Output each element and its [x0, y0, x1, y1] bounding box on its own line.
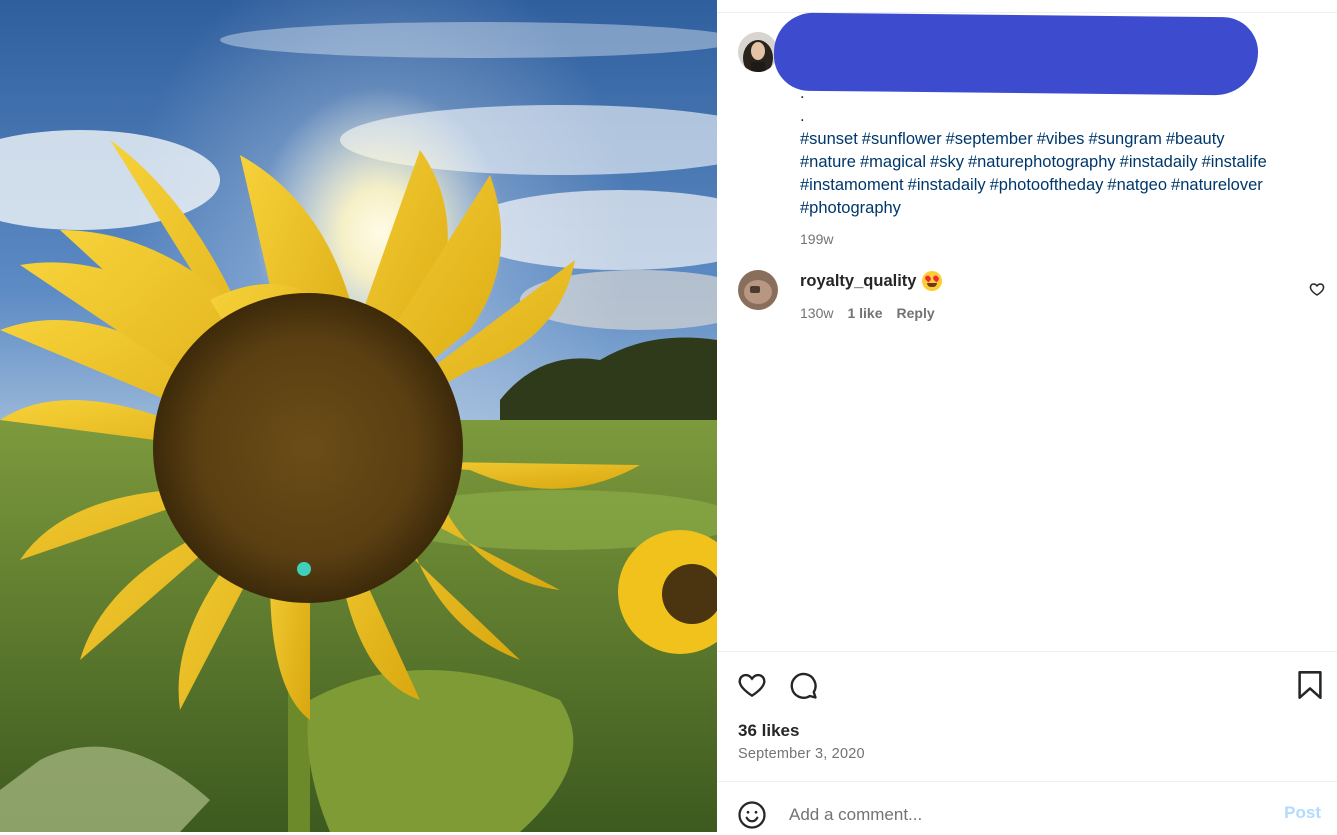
hashtag-link[interactable]: #instamoment — [800, 176, 904, 194]
heart-icon[interactable] — [737, 670, 767, 705]
reply-button[interactable]: Reply — [897, 305, 935, 321]
commenter-username[interactable]: royalty_quality — [800, 272, 916, 291]
hashtag-link[interactable]: #september — [946, 130, 1033, 148]
caption-dot: . — [800, 84, 805, 102]
author-avatar[interactable] — [738, 32, 778, 72]
hashtag-link[interactable]: #instadaily — [1120, 153, 1198, 171]
comment-age: 130w — [800, 305, 834, 321]
post-caption: . . #sunset #sunflower #september #vibes #su… — [800, 82, 1320, 251]
divider — [717, 651, 1337, 652]
sunflower-image — [0, 0, 717, 832]
comment-likes-link[interactable]: 1 like — [847, 305, 882, 321]
hashtag-link[interactable]: #magical — [860, 153, 926, 171]
hashtag-link[interactable]: #nature — [800, 153, 856, 171]
post-detail-panel: . . #sunset #sunflower #september #vibes #su… — [717, 0, 1337, 832]
post-button[interactable]: Post — [1284, 803, 1321, 823]
hashtag-link[interactable]: #instadaily — [908, 176, 986, 194]
post-age: 199w — [800, 231, 834, 247]
hashtag-list: #sunset #sunflower #september #vibes #sungra… — [800, 128, 1320, 220]
hashtag-link[interactable]: #instalife — [1202, 153, 1267, 171]
comment-header: royalty_quality — [800, 271, 943, 291]
comment-meta: 130w 1 like Reply — [800, 305, 935, 321]
comment-input[interactable] — [787, 800, 1261, 830]
bookmark-icon[interactable] — [1297, 670, 1323, 705]
comment-bubble-icon[interactable] — [788, 670, 818, 705]
hashtag-link[interactable]: #sungram — [1088, 130, 1161, 148]
hashtag-link[interactable]: #natgeo — [1107, 176, 1167, 194]
hashtag-link[interactable]: #beauty — [1166, 130, 1225, 148]
hashtag-link[interactable]: #sunset — [800, 130, 858, 148]
caption-dot: . — [800, 107, 805, 125]
likes-count[interactable]: 36 likes — [738, 721, 799, 741]
heart-eyes-emoji — [922, 271, 943, 291]
hashtag-link[interactable]: #naturelover — [1171, 176, 1263, 194]
hashtag-link[interactable]: #sky — [930, 153, 964, 171]
smiley-icon[interactable] — [737, 800, 767, 835]
small-heart-icon[interactable] — [1309, 281, 1325, 302]
hashtag-link[interactable]: #sunflower — [862, 130, 942, 148]
hashtag-link[interactable]: #photography — [800, 199, 901, 217]
divider — [717, 781, 1337, 782]
hashtag-link[interactable]: #vibes — [1037, 130, 1085, 148]
commenter-avatar[interactable] — [738, 270, 778, 310]
hashtag-link[interactable]: #naturephotography — [968, 153, 1116, 171]
post-photo[interactable] — [0, 0, 717, 832]
hashtag-link[interactable]: #photooftheday — [990, 176, 1104, 194]
post-date: September 3, 2020 — [738, 746, 865, 762]
